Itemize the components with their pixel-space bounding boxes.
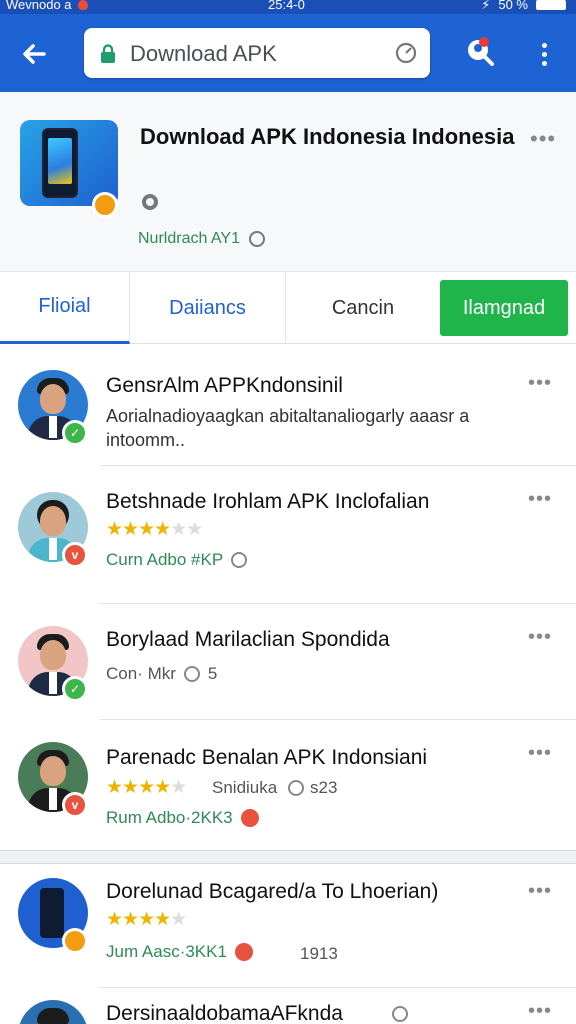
item-meta: Curn Adbo #KP	[106, 550, 248, 570]
app-badge-icon	[62, 928, 88, 954]
downloads-badge-icon: v	[62, 542, 88, 568]
list-item[interactable]: ✓ GensrAlm APPKndonsinil Aorialnadioyaag…	[0, 344, 576, 466]
more-vert-icon[interactable]	[530, 36, 558, 72]
list-item[interactable]: v Betshnade Irohlam APK Inclofalian ★★★★…	[0, 466, 576, 604]
rating-stars: ★★★★★	[106, 909, 187, 930]
item-title: Dorelunad Bcagared/a To Lhoerian)	[106, 880, 439, 903]
tab-daiiancs[interactable]: Daiiancs	[130, 272, 286, 344]
item-title: Parenadc Benalan APK Indonsiani	[106, 746, 428, 769]
item-side-text: Snidiuka	[212, 778, 278, 797]
search-text: Download APK	[130, 41, 277, 66]
item-title: GensrAlm APPKndonsinil	[106, 374, 343, 397]
tab-ilamgnad[interactable]: Ilamgnad	[440, 280, 568, 336]
item-meta: Rum Adbo·2KK3	[106, 808, 259, 828]
item-more-icon[interactable]: •••	[528, 1000, 552, 1023]
app-header: Download APK Indonesia Indonesia Nurldra…	[0, 92, 576, 272]
verified-badge-icon: ✓	[62, 420, 88, 446]
search-input[interactable]: Download APK	[84, 28, 430, 78]
heart-icon	[240, 809, 259, 827]
status-left-text: Wevnodo a	[6, 0, 72, 12]
list-item[interactable]: ✓ Borylaad Marilaclian Spondida Con· Mkr…	[0, 604, 576, 720]
item-more-icon[interactable]: •••	[528, 742, 552, 765]
battery-icon	[536, 0, 566, 10]
item-more-icon[interactable]: •••	[528, 626, 552, 649]
verified-badge-icon: ✓	[62, 676, 88, 702]
avatar	[18, 1000, 88, 1024]
clock-icon	[288, 780, 304, 796]
item-title: Borylaad Marilaclian Spondida	[106, 628, 390, 651]
header-more-icon[interactable]: •••	[530, 126, 556, 152]
clock-icon	[392, 1006, 408, 1022]
profile-search-icon	[468, 37, 494, 66]
app-title: Download APK Indonesia Indonesia	[140, 124, 515, 149]
item-title: Betshnade Irohlam APK Inclofalian	[106, 490, 430, 513]
item-side-text: 1913	[300, 944, 338, 963]
back-button[interactable]	[14, 34, 54, 74]
item-more-icon[interactable]: •••	[528, 880, 552, 903]
lock-icon	[101, 44, 115, 63]
item-more-icon[interactable]: •••	[528, 372, 552, 395]
clock-icon	[249, 231, 265, 247]
heart-icon	[234, 943, 253, 961]
tab-cancin[interactable]: Cancin	[286, 272, 440, 344]
app-subtitle: Nurldrach AY1	[138, 230, 240, 247]
chat-icon[interactable]	[140, 192, 160, 212]
signal-icon: ⚡	[481, 0, 491, 12]
refresh-icon[interactable]	[394, 41, 418, 65]
status-bar: Wevnodo a 25:4-0 ⚡ 50 %	[0, 0, 576, 14]
app-icon	[20, 120, 118, 218]
item-meta: Con· Mkr 5	[106, 664, 218, 683]
tab-bar: Flioial Daiiancs Cancin Ilamgnad	[0, 272, 576, 344]
app-bar: Download APK	[0, 14, 576, 92]
item-side-count: s23	[288, 778, 337, 798]
clock-icon	[183, 666, 200, 682]
downloads-badge-icon: v	[62, 792, 88, 818]
item-description: Aorialnadioyaagkan abitaltanaliogarly aa…	[106, 406, 470, 450]
battery-percent: 50 %	[498, 0, 528, 12]
app-badge-icon	[92, 192, 118, 218]
profile-search-button[interactable]	[462, 34, 498, 70]
rating-stars: ★★★★★	[106, 777, 187, 798]
item-more-icon[interactable]: •••	[528, 488, 552, 511]
list-item[interactable]: DersinaaldobamaAFknda •••	[0, 988, 576, 1024]
section-divider	[0, 850, 576, 864]
list-item[interactable]: Dorelunad Bcagared/a To Lhoerian) ★★★★★ …	[0, 864, 576, 988]
back-arrow-icon	[23, 44, 46, 64]
clock-icon	[231, 552, 248, 568]
item-meta: Jum Aasc·3KK1	[106, 942, 253, 962]
item-title: DersinaaldobamaAFknda	[106, 1002, 343, 1024]
rating-stars: ★★★★★★	[106, 519, 203, 540]
tab-flioial[interactable]: Flioial	[0, 272, 130, 344]
heart-icon	[77, 0, 88, 10]
status-time: 25:4-0	[268, 0, 305, 12]
list-item[interactable]: v Parenadc Benalan APK Indonsiani ★★★★★ …	[0, 720, 576, 850]
